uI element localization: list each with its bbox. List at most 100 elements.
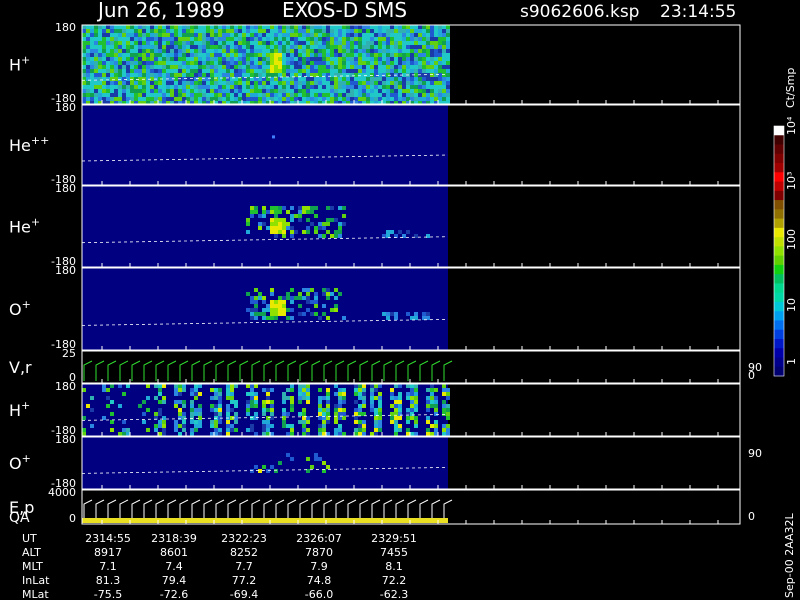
heatmap-cell	[82, 69, 86, 73]
heatmap-cell	[94, 37, 98, 41]
heatmap-cell	[214, 388, 218, 392]
heatmap-cell	[362, 69, 366, 73]
heatmap-cell	[306, 396, 310, 400]
heatmap-cell	[334, 97, 338, 101]
heatmap-cell	[254, 65, 258, 69]
heatmap-cell	[90, 57, 94, 61]
heatmap-cell	[422, 85, 426, 89]
y-tick-top: 25	[62, 347, 76, 360]
heatmap-cell	[298, 37, 302, 41]
heatmap-cell	[430, 41, 434, 45]
heatmap-cell	[182, 29, 186, 33]
heatmap-cell	[306, 308, 310, 312]
heatmap-cell	[202, 41, 206, 45]
heatmap-cell	[274, 33, 278, 37]
heatmap-cell	[366, 25, 370, 29]
heatmap-cell	[86, 61, 90, 65]
heatmap-cell	[270, 308, 274, 312]
heatmap-cell	[434, 424, 438, 428]
heatmap-cell	[382, 81, 386, 85]
heatmap-cell	[158, 53, 162, 57]
heatmap-cell	[262, 222, 266, 226]
heatmap-cell	[138, 41, 142, 45]
heatmap-cell	[86, 69, 90, 73]
heatmap-cell	[82, 25, 86, 29]
heatmap-cell	[154, 61, 158, 65]
heatmap-cell	[274, 312, 278, 316]
heatmap-cell	[198, 408, 202, 412]
heatmap-cell	[390, 93, 394, 97]
heatmap-cell	[394, 89, 398, 93]
heatmap-cell	[426, 89, 430, 93]
heatmap-cell	[234, 33, 238, 37]
heatmap-cell	[366, 41, 370, 45]
heatmap-cell	[262, 69, 266, 73]
heatmap-cell	[226, 81, 230, 85]
heatmap-cell	[290, 65, 294, 69]
heatmap-cell	[310, 69, 314, 73]
heatmap-cell	[146, 37, 150, 41]
heatmap-cell	[398, 61, 402, 65]
heatmap-cell	[266, 420, 270, 424]
heatmap-cell	[130, 57, 134, 61]
heatmap-cell	[94, 89, 98, 93]
heatmap-cell	[362, 77, 366, 81]
heatmap-cell	[238, 89, 242, 93]
heatmap-cell	[378, 45, 382, 49]
heatmap-cell	[354, 65, 358, 69]
heatmap-cell	[322, 222, 326, 226]
heatmap-cell	[382, 85, 386, 89]
heatmap-cell	[254, 412, 258, 416]
heatmap-cell	[442, 53, 446, 57]
heatmap-cell	[238, 57, 242, 61]
heatmap-cell	[102, 41, 106, 45]
heatmap-cell	[182, 89, 186, 93]
heatmap-cell	[346, 37, 350, 41]
footer-value: -62.3	[380, 588, 408, 600]
heatmap-cell	[162, 85, 166, 89]
heatmap-cell	[130, 37, 134, 41]
heatmap-cell	[298, 97, 302, 101]
heatmap-cell	[290, 53, 294, 57]
heatmap-cell	[354, 428, 358, 432]
heatmap-cell	[394, 93, 398, 97]
heatmap-cell	[274, 89, 278, 93]
heatmap-cell	[390, 396, 394, 400]
heatmap-cell	[134, 97, 138, 101]
heatmap-cell	[446, 29, 450, 33]
heatmap-cell	[122, 73, 126, 77]
heatmap-cell	[370, 45, 374, 49]
heatmap-cell	[274, 77, 278, 81]
heatmap-cell	[402, 69, 406, 73]
heatmap-cell	[250, 206, 254, 210]
heatmap-cell	[82, 388, 86, 392]
heatmap-cell	[338, 85, 342, 89]
heatmap-cell	[214, 37, 218, 41]
heatmap-cell	[362, 420, 366, 424]
heatmap-cell	[410, 89, 414, 93]
heatmap-cell	[326, 33, 330, 37]
heatmap-cell	[118, 69, 122, 73]
heatmap-cell	[262, 89, 266, 93]
heatmap-cell	[282, 408, 286, 412]
heatmap-cell	[206, 77, 210, 81]
heatmap-cell	[178, 384, 182, 388]
heatmap-cell	[446, 428, 450, 432]
heatmap-cell	[182, 85, 186, 89]
heatmap-cell	[266, 69, 270, 73]
heatmap-cell	[298, 49, 302, 53]
heatmap-cell	[234, 400, 238, 404]
heatmap-cell	[306, 218, 310, 222]
heatmap-cell	[334, 412, 338, 416]
heatmap-cell	[350, 25, 354, 29]
heatmap-cell	[310, 93, 314, 97]
heatmap-cell	[358, 396, 362, 400]
heatmap-cell	[246, 428, 250, 432]
heatmap-cell	[198, 412, 202, 416]
heatmap-cell	[214, 69, 218, 73]
heatmap-cell	[162, 29, 166, 33]
heatmap-cell	[274, 214, 278, 218]
heatmap-cell	[134, 37, 138, 41]
footer-row-label: MLat	[22, 588, 49, 600]
heatmap-cell	[230, 25, 234, 29]
